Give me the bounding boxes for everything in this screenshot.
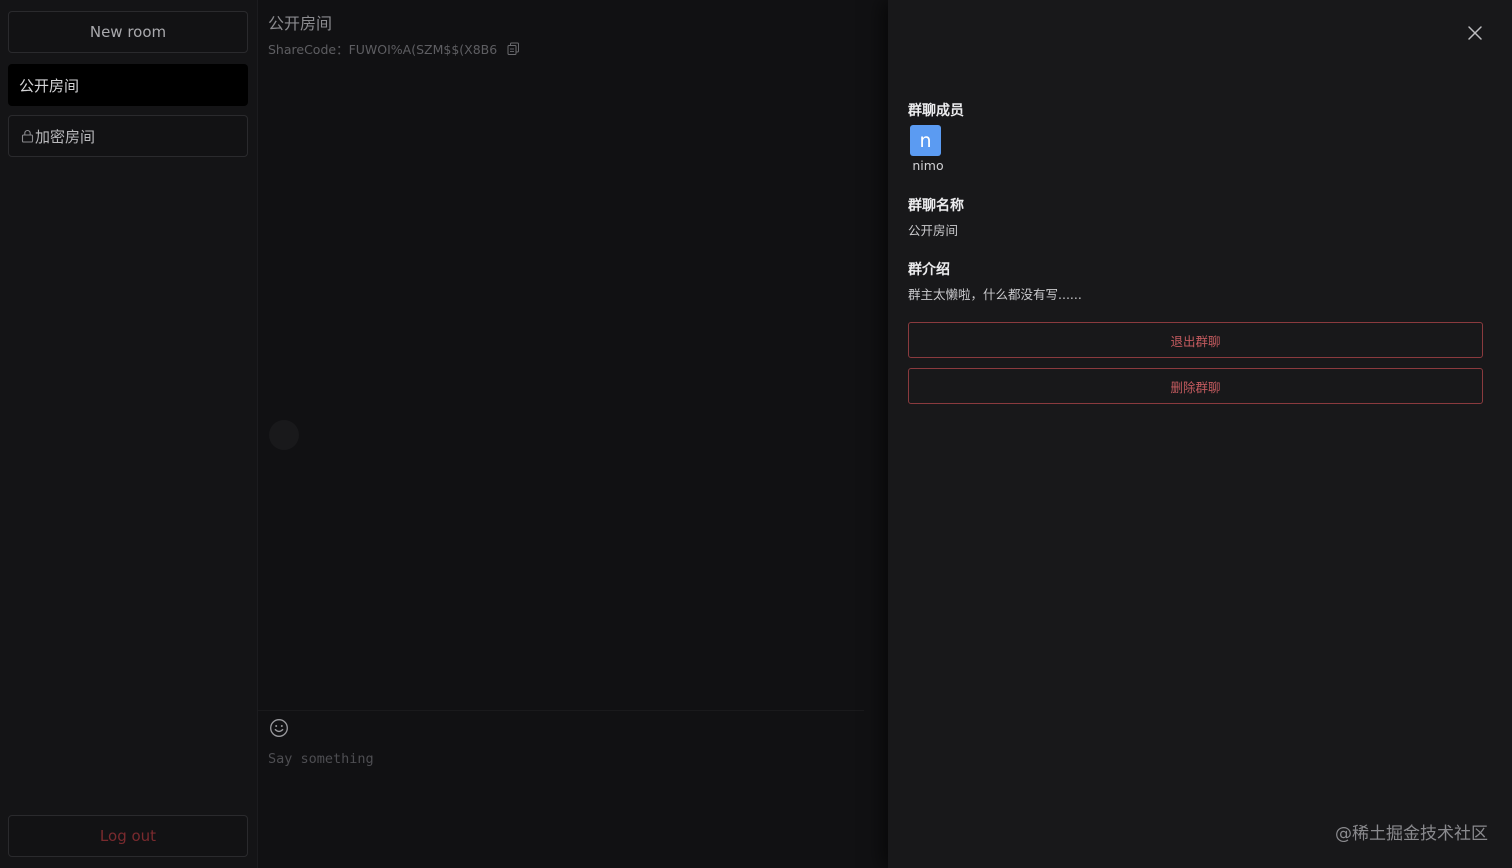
- sidebar-item-label: 加密房间: [35, 127, 96, 146]
- avatar: n: [910, 125, 941, 156]
- message-composer: [258, 710, 864, 868]
- sidebar-item-encrypted-room[interactable]: 加密房间: [8, 115, 248, 157]
- group-name-value: 公开房间: [908, 223, 959, 238]
- message-input[interactable]: [268, 751, 848, 851]
- sidebar-item-public-room[interactable]: 公开房间: [8, 64, 248, 106]
- group-intro-title: 群介绍: [908, 262, 950, 278]
- sidebar-item-label: 公开房间: [19, 76, 80, 95]
- lock-icon: [21, 130, 34, 143]
- chat-panel: 公开房间 ShareCode：FUWOI%A(SZM$$(X8B6: [258, 0, 888, 868]
- delete-group-button[interactable]: 删除群聊: [908, 368, 1483, 404]
- group-intro-value: 群主太懒啦，什么都没有写......: [908, 287, 1082, 302]
- group-info-drawer: 群聊成员 n nimo 群聊名称 公开房间 群介绍 群主太懒啦，什么都没有写..…: [888, 0, 1512, 868]
- room-title: 公开房间: [268, 14, 333, 33]
- watermark: @稀土掘金技术社区: [1335, 824, 1488, 844]
- member-item[interactable]: n nimo: [909, 125, 947, 173]
- sidebar: New room 公开房间 加密房间 Log out: [0, 0, 258, 868]
- avatar: [269, 420, 299, 450]
- leave-group-button[interactable]: 退出群聊: [908, 322, 1483, 358]
- emoji-icon[interactable]: [269, 718, 289, 738]
- members-title: 群聊成员: [908, 103, 964, 119]
- copy-icon[interactable]: [507, 42, 520, 55]
- share-code-text: ShareCode：FUWOI%A(SZM$$(X8B6: [268, 42, 498, 57]
- new-room-button[interactable]: New room: [8, 11, 248, 53]
- share-code: ShareCode：FUWOI%A(SZM$$(X8B6: [268, 39, 520, 58]
- member-name: nimo: [912, 158, 944, 173]
- close-icon[interactable]: [1466, 24, 1484, 42]
- group-name-title: 群聊名称: [908, 198, 964, 214]
- logout-button[interactable]: Log out: [8, 815, 248, 857]
